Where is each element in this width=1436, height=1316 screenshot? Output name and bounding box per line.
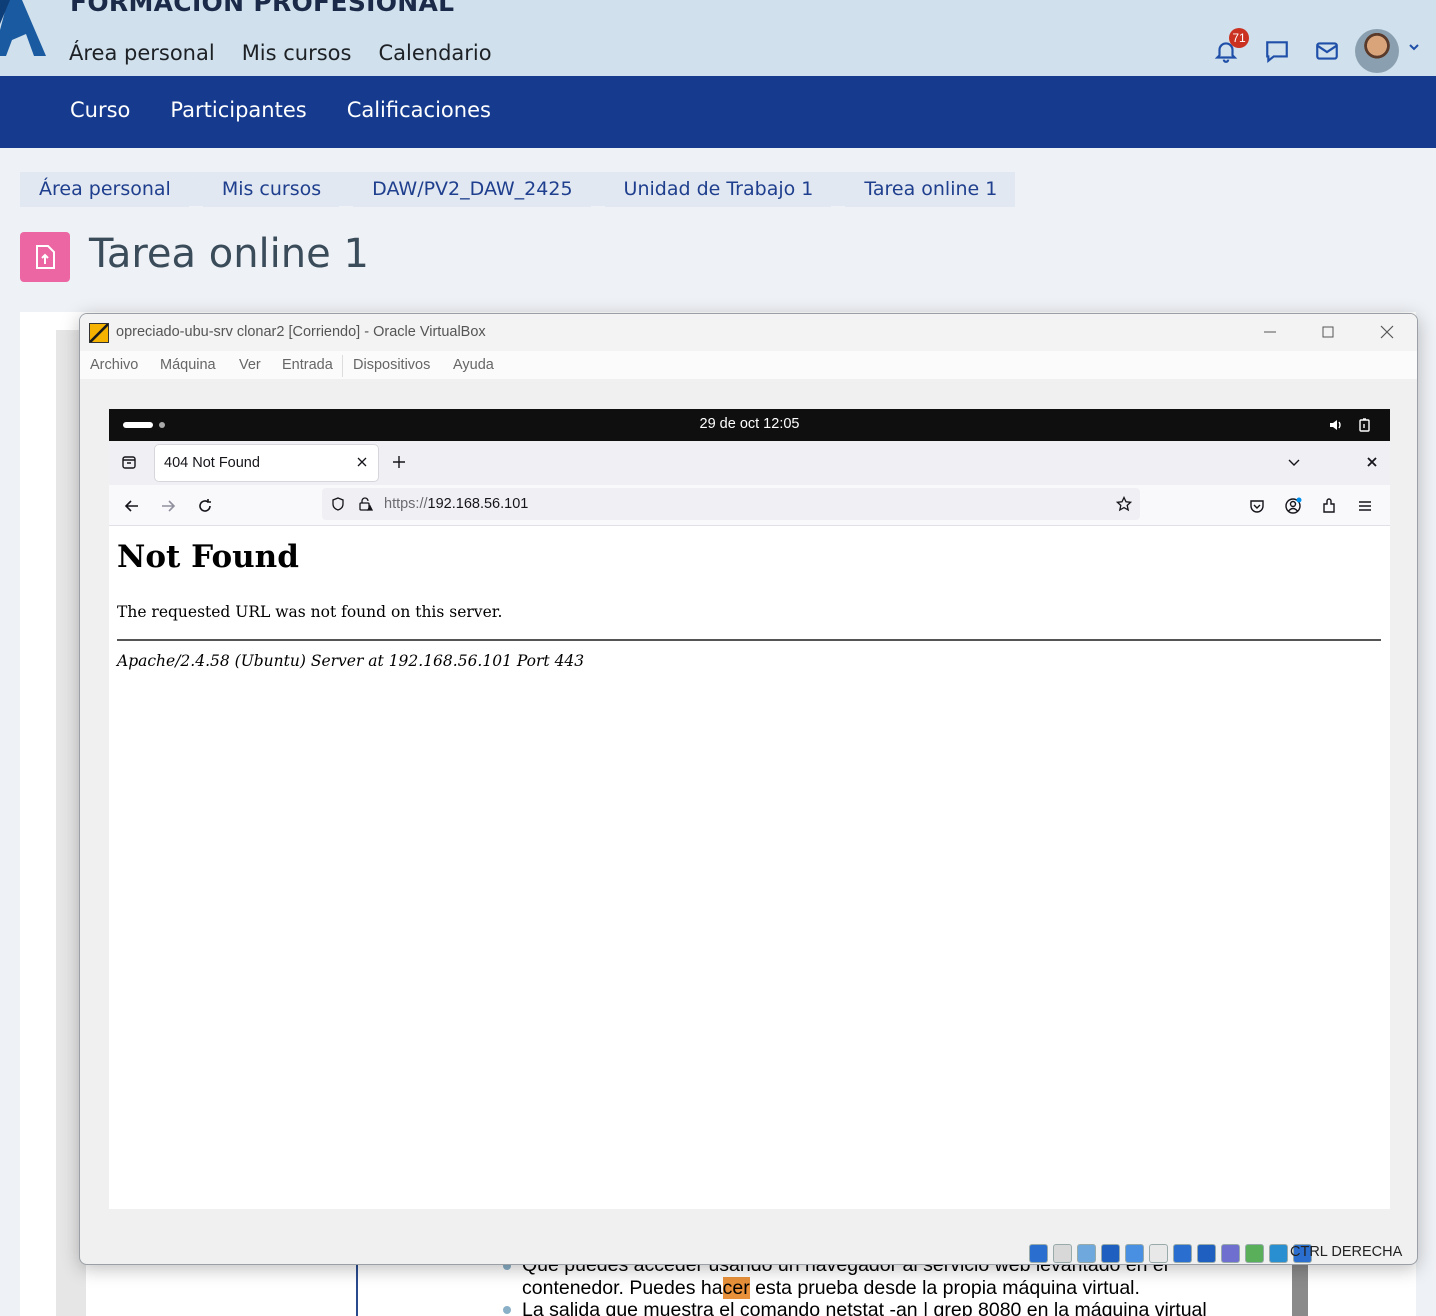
document-text: esta prueba desde la propia máquina virt… — [749, 1277, 1140, 1299]
menu-separator — [342, 355, 343, 377]
account-icon[interactable] — [1284, 497, 1302, 515]
pocket-icon[interactable] — [1248, 497, 1266, 515]
server-signature: Apache/2.4.58 (Ubuntu) Server at 192.168… — [117, 652, 585, 670]
window-titlebar[interactable]: opreciado-ubu-srv clonar2 [Corriendo] - … — [80, 314, 1417, 351]
document-divider — [356, 1258, 358, 1316]
user-avatar[interactable] — [1355, 29, 1399, 73]
shared-folders-icon[interactable] — [1149, 1244, 1168, 1263]
menu-ayuda[interactable]: Ayuda — [453, 357, 494, 373]
new-tab-icon[interactable] — [391, 454, 407, 470]
error-heading: Not Found — [117, 539, 299, 575]
breadcrumb-area-personal[interactable]: Área personal — [20, 172, 203, 207]
mouse-integration-icon[interactable] — [1269, 1244, 1288, 1263]
course-nav: Curso Participantes Calificaciones — [0, 76, 1436, 148]
bookmark-star-icon[interactable] — [1116, 496, 1132, 512]
virtualbox-app-icon — [89, 323, 109, 343]
breadcrumb-unit[interactable]: Unidad de Trabajo 1 — [590, 172, 846, 207]
menu-archivo[interactable]: Archivo — [90, 357, 138, 373]
document-line: La salida que muestra el comando netstat… — [522, 1299, 1207, 1316]
course-nav-curso[interactable]: Curso — [70, 98, 130, 122]
maximize-icon[interactable] — [1318, 322, 1338, 342]
volume-icon[interactable] — [1328, 417, 1344, 433]
back-arrow-icon[interactable] — [123, 497, 141, 515]
course-nav-participantes[interactable]: Participantes — [170, 98, 306, 122]
menu-dispositivos[interactable]: Dispositivos — [353, 357, 430, 373]
mail-icon[interactable] — [1314, 38, 1340, 64]
url-scheme: https:// — [384, 496, 428, 512]
document-scrollbar[interactable] — [1292, 1258, 1308, 1316]
messages-icon[interactable] — [1264, 38, 1290, 64]
tab-close-icon[interactable] — [356, 456, 368, 468]
window-title: opreciado-ubu-srv clonar2 [Corriendo] - … — [116, 324, 486, 340]
primary-nav: Área personal Mis cursos Calendario — [69, 41, 492, 65]
tracking-protection-shield-icon[interactable] — [330, 496, 346, 512]
forward-arrow-icon[interactable] — [159, 497, 177, 515]
nav-calendario[interactable]: Calendario — [378, 41, 491, 65]
error-message: The requested URL was not found on this … — [117, 603, 503, 621]
cpu-icon[interactable] — [1221, 1244, 1240, 1263]
assignment-activity-icon — [20, 232, 70, 282]
vm-menubar: Archivo Máquina Ver Entrada Dispositivos… — [80, 351, 1417, 379]
system-menu-icon[interactable] — [1357, 417, 1373, 433]
url-bar[interactable]: https://192.168.56.101 — [322, 488, 1140, 520]
browser-tab-active[interactable]: 404 Not Found — [155, 445, 378, 481]
menu-maquina[interactable]: Máquina — [160, 357, 216, 373]
host-key-label: CTRL DERECHA — [1290, 1244, 1403, 1260]
recording-icon[interactable] — [1197, 1244, 1216, 1263]
display-icon[interactable] — [1173, 1244, 1192, 1263]
breadcrumb: Área personal Mis cursos DAW/PV2_DAW_242… — [20, 172, 1029, 207]
hard-disk-icon[interactable] — [1029, 1244, 1048, 1263]
gnome-clock[interactable]: 29 de oct 12:05 — [109, 416, 1390, 432]
tab-title: 404 Not Found — [164, 455, 260, 471]
close-icon[interactable] — [1377, 322, 1397, 342]
insecure-lock-icon[interactable] — [357, 496, 373, 512]
optical-drive-icon[interactable] — [1053, 1244, 1072, 1263]
url-text: https://192.168.56.101 — [384, 496, 528, 512]
url-host: 192.168.56.101 — [427, 496, 529, 512]
document-line: contenedor. Puedes hacer esta prueba des… — [522, 1277, 1140, 1300]
reload-icon[interactable] — [196, 497, 214, 515]
page-divider — [117, 639, 1381, 641]
breadcrumb-current: Tarea online 1 — [831, 172, 1016, 207]
user-menu-chevron-icon[interactable] — [1407, 40, 1421, 54]
breadcrumb-mis-cursos[interactable]: Mis cursos — [188, 172, 354, 207]
web-page-content: Not Found The requested URL was not foun… — [109, 527, 1390, 1209]
list-bullet — [503, 1306, 511, 1314]
virtualization-icon[interactable] — [1245, 1244, 1264, 1263]
site-brand: FORMACION PROFESIONAL — [70, 0, 455, 17]
document-text: contenedor. Puedes ha — [522, 1277, 723, 1299]
usb-icon[interactable] — [1125, 1244, 1144, 1263]
network-icon[interactable] — [1101, 1244, 1120, 1263]
hamburger-menu-icon[interactable] — [1356, 497, 1374, 515]
menu-ver[interactable]: Ver — [239, 357, 261, 373]
notifications-count-badge: 71 — [1229, 28, 1249, 48]
vm-statusbar: CTRL DERECHA — [80, 1234, 1417, 1264]
minimize-icon[interactable] — [1260, 322, 1280, 342]
guest-display[interactable]: 29 de oct 12:05 404 Not Found https://19… — [109, 409, 1390, 1209]
site-logo[interactable] — [0, 0, 50, 58]
menu-entrada[interactable]: Entrada — [282, 357, 333, 373]
window-close-icon[interactable] — [1365, 455, 1379, 469]
virtualbox-window: opreciado-ubu-srv clonar2 [Corriendo] - … — [79, 313, 1418, 1265]
firefox-navbar: https://192.168.56.101 — [109, 485, 1390, 526]
extensions-icon[interactable] — [1320, 497, 1338, 515]
list-all-tabs-chevron-icon[interactable] — [1287, 455, 1301, 469]
audio-icon[interactable] — [1077, 1244, 1096, 1263]
breadcrumb-course[interactable]: DAW/PV2_DAW_2425 — [339, 172, 605, 207]
vm-status-icons — [1029, 1244, 1312, 1263]
page-title: Tarea online 1 — [89, 231, 369, 277]
search-highlight: cer — [722, 1277, 750, 1299]
nav-mis-cursos[interactable]: Mis cursos — [242, 41, 352, 65]
firefox-tabbar: 404 Not Found — [109, 441, 1390, 485]
firefox-view-icon[interactable] — [121, 454, 137, 470]
course-nav-calificaciones[interactable]: Calificaciones — [347, 98, 491, 122]
nav-area-personal[interactable]: Área personal — [69, 41, 215, 65]
gnome-top-bar: 29 de oct 12:05 — [109, 409, 1390, 441]
